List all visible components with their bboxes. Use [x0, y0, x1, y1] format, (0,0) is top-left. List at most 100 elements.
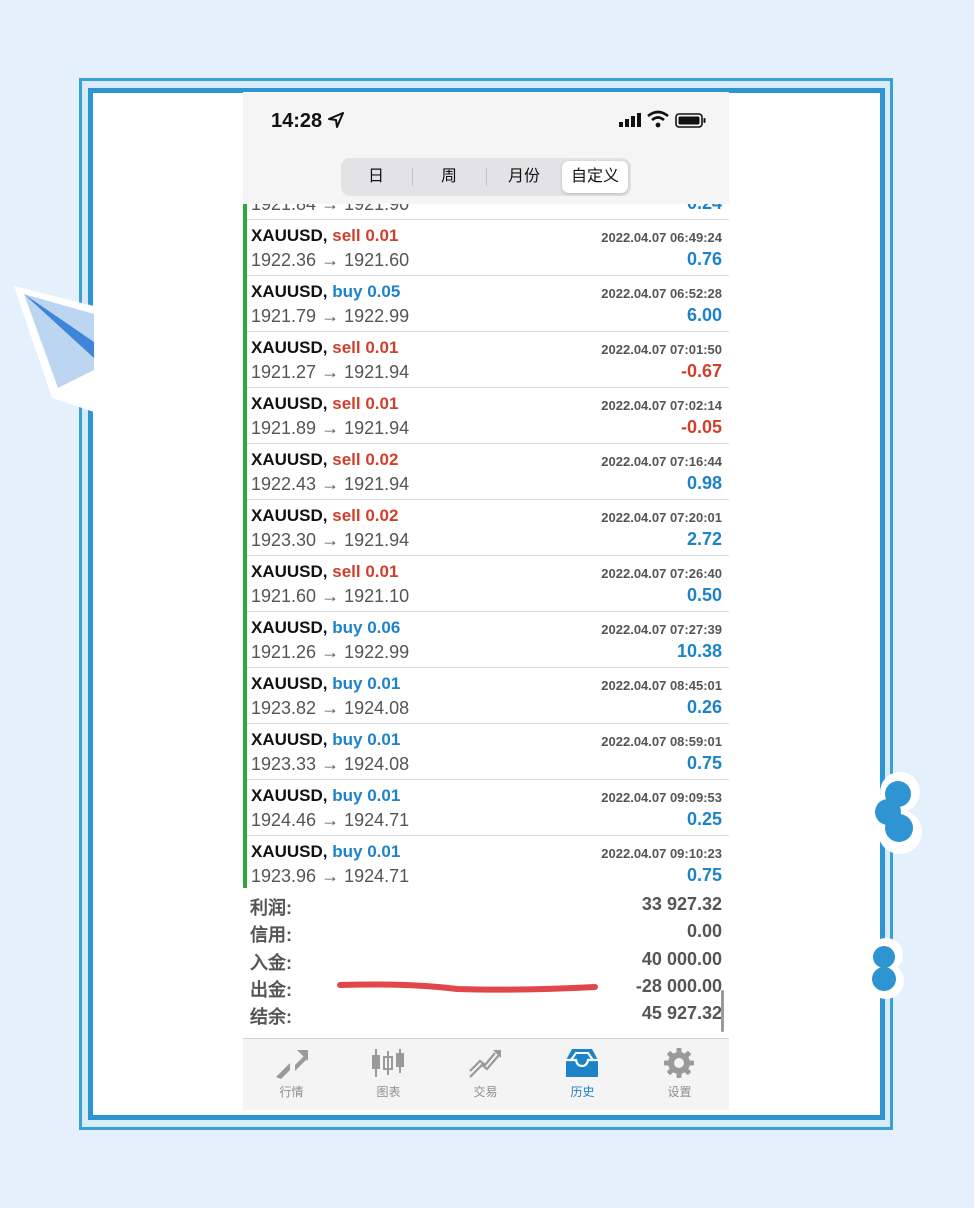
period-tab-custom[interactable]: 自定义: [562, 161, 628, 193]
period-tab-week[interactable]: 周: [416, 161, 482, 193]
trade-profit: 0.75: [686, 865, 722, 885]
trade-profit: 0.24: [687, 204, 722, 214]
trade-row[interactable]: XAUUSD, sell 0.01 2022.04.07 07:02:14 1921…: [243, 388, 729, 444]
summary-label: 出金:: [250, 980, 292, 1000]
trade-side-bar: [243, 276, 247, 332]
summary-value: 45 927.32: [641, 1003, 722, 1023]
wifi-icon: [647, 110, 669, 128]
trade-symbol: XAUUSD, buy 0.01: [251, 730, 400, 750]
trade-row[interactable]: XAUUSD, sell 0.02 2022.04.07 07:16:44 1922…: [243, 444, 729, 500]
trade-action: buy 0.05: [332, 282, 400, 301]
trade-datetime: 2022.04.07 07:16:44: [601, 454, 722, 469]
trade-row[interactable]: XAUUSD, buy 0.06 2022.04.07 07:27:39 1921.…: [243, 612, 729, 668]
trade-prices: 1924.46 → 1924.71: [251, 810, 410, 830]
trade-row[interactable]: XAUUSD, sell 0.01 2022.04.07 07:26:40 1921…: [243, 556, 729, 612]
trade-symbol: XAUUSD, buy 0.01: [251, 674, 400, 694]
bottom-tab-bar: 行情 图表 交易 历史 设置: [243, 1038, 729, 1110]
trade-side-bar: [243, 836, 247, 888]
trade-datetime: 2022.04.07 07:26:40: [601, 566, 722, 581]
trade-side-bar: [243, 220, 247, 276]
summary-row-credit: 信用: 0.00: [243, 921, 729, 948]
trade-direction: buy: [332, 730, 363, 749]
symbol-text: XAUUSD,: [251, 842, 328, 861]
trade-row[interactable]: XAUUSD, sell 0.01 2022.04.07 07:01:50 1921…: [243, 332, 729, 388]
trade-datetime: 2022.04.07 08:45:01: [601, 678, 722, 693]
trade-prices: 1923.96 → 1924.71: [251, 866, 410, 886]
trade-datetime: 2022.04.07 09:10:23: [601, 846, 722, 861]
trade-symbol: XAUUSD, sell 0.02: [251, 506, 398, 526]
red-marker-stroke: [337, 981, 598, 993]
symbol-text: XAUUSD,: [251, 506, 328, 525]
summary-label: 信用:: [250, 925, 292, 945]
trade-profit: 0.75: [686, 753, 722, 773]
trade-lot: 0.02: [365, 506, 399, 525]
trade-prices: 1921.89 → 1921.94: [251, 418, 410, 438]
trade-datetime: 2022.04.07 07:02:14: [601, 398, 722, 413]
location-arrow-icon: [328, 112, 344, 128]
trade-side-bar: [243, 332, 247, 388]
trade-symbol: XAUUSD, buy 0.01: [251, 786, 400, 806]
summary-value: 33 927.32: [641, 894, 722, 914]
trade-datetime: 2022.04.07 07:27:39: [601, 622, 722, 637]
trade-symbol: XAUUSD, sell 0.01: [251, 394, 398, 414]
tab-quotes[interactable]: 行情: [243, 1039, 340, 1110]
summary-row-balance: 结余: 45 927.32: [243, 1003, 729, 1030]
trade-direction: sell: [332, 450, 361, 469]
summary-value: 0.00: [686, 921, 722, 941]
trade-lot: 0.01: [367, 674, 401, 693]
trade-row[interactable]: XAUUSD, buy 0.01 2022.04.07 08:59:01 1923.…: [243, 724, 729, 780]
trade-action: sell 0.01: [332, 338, 398, 357]
tab-history[interactable]: 历史: [534, 1039, 631, 1110]
trade-row[interactable]: XAUUSD, buy 0.01 2022.04.07 08:45:01 1923.…: [243, 668, 729, 724]
history-list[interactable]: 1921.84 → 1921.90 0.24 XAUUSD, sell 0.01…: [243, 204, 729, 888]
tab-label: 图表: [376, 1085, 401, 1099]
trade-direction: sell: [332, 506, 361, 525]
tab-label: 行情: [279, 1085, 304, 1099]
trade-action: sell 0.02: [332, 450, 398, 469]
trade-lot: 0.02: [365, 450, 399, 469]
trade-row[interactable]: XAUUSD, buy 0.01 2022.04.07 09:10:23 1923.…: [243, 836, 729, 888]
trade-lot: 0.01: [367, 730, 401, 749]
tab-trade[interactable]: 交易: [437, 1039, 534, 1110]
symbol-text: XAUUSD,: [251, 394, 328, 413]
trade-lot: 0.01: [365, 394, 399, 413]
symbol-text: XAUUSD,: [251, 450, 328, 469]
trade-row[interactable]: XAUUSD, buy 0.05 2022.04.07 06:52:28 1921.…: [243, 276, 729, 332]
status-bar: 14:28: [243, 92, 729, 152]
trade-row[interactable]: XAUUSD, sell 0.02 2022.04.07 07:20:01 1923…: [243, 500, 729, 556]
period-tab-day[interactable]: 日: [344, 161, 408, 193]
trade-prices: 1921.84 → 1921.90: [251, 204, 410, 214]
trade-direction: buy: [332, 786, 363, 805]
period-tab-month[interactable]: 月份: [490, 161, 558, 193]
trade-profit: 0.50: [686, 585, 722, 605]
trade-direction: buy: [332, 618, 363, 637]
scroll-indicator[interactable]: [721, 990, 724, 1032]
trade-prices: 1922.43 → 1921.94: [251, 474, 410, 494]
trade-row[interactable]: XAUUSD, buy 0.01 2022.04.07 09:09:53 1924.…: [243, 780, 729, 836]
paper-plane-decoration: [14, 286, 94, 412]
flower-decoration: [866, 772, 922, 854]
trade-datetime: 2022.04.07 08:59:01: [601, 734, 722, 749]
trade-lot: 0.06: [367, 618, 401, 637]
trade-row[interactable]: XAUUSD, sell 0.01 2022.04.07 06:49:24 1922…: [243, 220, 729, 276]
quotes-icon: [276, 1050, 308, 1079]
trade-datetime: 2022.04.07 07:20:01: [601, 510, 722, 525]
trade-symbol: XAUUSD, sell 0.01: [251, 338, 398, 358]
tab-chart[interactable]: 图表: [340, 1039, 437, 1110]
trade-prices: 1921.27 → 1921.94: [251, 362, 410, 382]
trade-action: buy 0.06: [332, 618, 400, 637]
trade-profit: 0.98: [686, 473, 722, 493]
trade-row-partial[interactable]: 1921.84 → 1921.90 0.24: [243, 204, 729, 220]
trade-datetime: 2022.04.07 09:09:53: [601, 790, 722, 805]
settings-icon: [664, 1048, 694, 1078]
trade-prices: 1923.30 → 1921.94: [251, 530, 410, 550]
period-segmented-control: 日 周 月份 自定义: [341, 158, 631, 196]
trade-datetime: 2022.04.07 06:49:24: [601, 230, 722, 245]
trade-icon: [469, 1050, 501, 1078]
trade-prices: 1921.26 → 1922.99: [251, 642, 410, 662]
trade-profit: 0.76: [686, 249, 722, 269]
trade-profit: -0.05: [680, 417, 722, 437]
trade-profit: -0.67: [680, 361, 722, 381]
tab-settings[interactable]: 设置: [631, 1039, 728, 1110]
trade-action: sell 0.01: [332, 562, 398, 581]
